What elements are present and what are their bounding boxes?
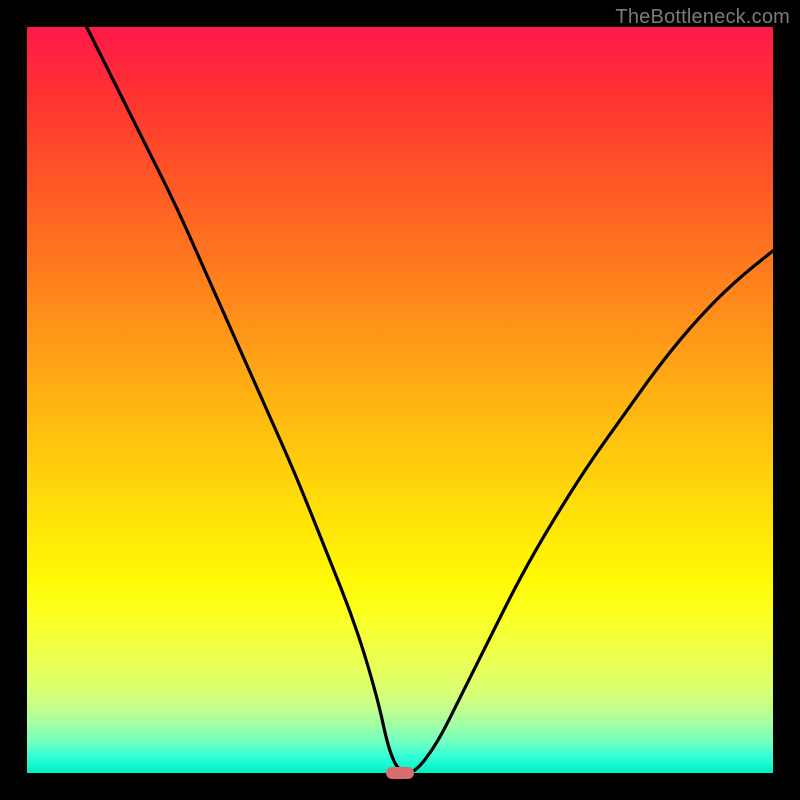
chart-frame: TheBottleneck.com bbox=[0, 0, 800, 800]
bottleneck-curve bbox=[27, 27, 773, 773]
watermark-text: TheBottleneck.com bbox=[615, 6, 790, 29]
optimal-marker bbox=[386, 767, 414, 779]
plot-area bbox=[27, 27, 773, 773]
